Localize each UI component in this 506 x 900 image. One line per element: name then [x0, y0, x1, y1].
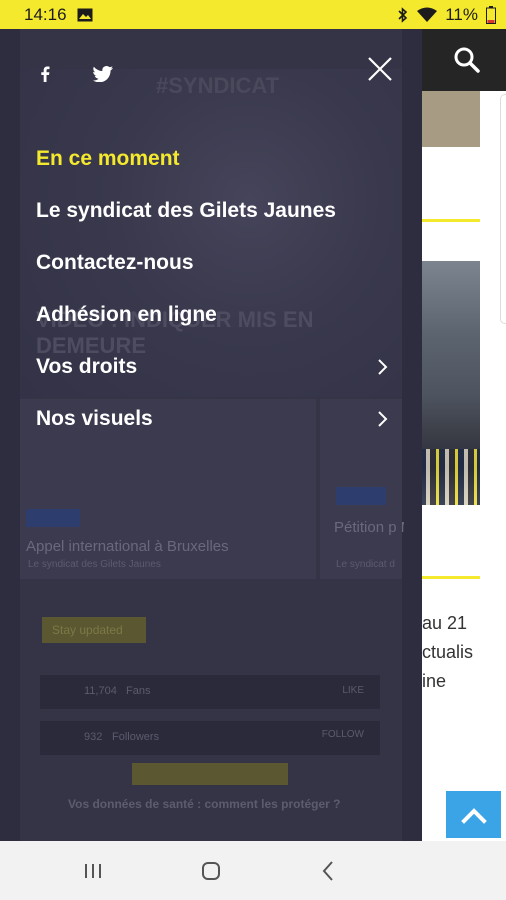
chevron-right-icon[interactable]: [372, 409, 392, 429]
backdrop-card-sub: Le syndicat des Gilets Jaunes: [28, 559, 161, 570]
menu-item-label: Contactez-nous: [36, 251, 194, 274]
snippet-line: ctualis: [422, 642, 474, 662]
bluetooth-icon: [397, 6, 409, 23]
close-icon[interactable]: [364, 53, 396, 85]
wifi-icon: [417, 7, 438, 23]
backdrop-stay-updated: Stay updated: [42, 617, 146, 643]
menu-item-label: En ce moment: [36, 147, 180, 170]
yellow-divider: [422, 576, 480, 579]
menu-item-label: Vos droits: [36, 355, 138, 378]
chevron-up-icon: [460, 807, 487, 824]
back-icon[interactable]: [316, 858, 342, 884]
snippet-line: au 21: [422, 613, 468, 633]
chevron-right-icon[interactable]: [372, 357, 392, 377]
menu-item-adhesion[interactable]: Adhésion en ligne: [36, 289, 396, 341]
scroll-to-top-button[interactable]: [446, 791, 501, 838]
side-card: [500, 94, 506, 324]
backdrop-tag-label: Stay updated: [52, 623, 123, 637]
status-bar: 14:16 11%: [0, 0, 506, 29]
backdrop-tw-action: FOLLOW: [321, 729, 364, 740]
menu-item-vos-droits[interactable]: Vos droits: [36, 341, 396, 393]
backdrop-tw-count: 932: [84, 731, 103, 743]
menu-item-label: Le syndicat des Gilets Jaunes: [36, 199, 336, 222]
backdrop-fb-count: 11,704: [84, 685, 117, 697]
backdrop-tw-label: Followers: [112, 731, 160, 743]
twitter-icon[interactable]: [90, 61, 116, 87]
backdrop-twitter-row: 932 Followers FOLLOW: [40, 721, 380, 755]
backdrop-card-tag: [336, 487, 386, 505]
menu-item-label: Adhésion en ligne: [36, 303, 217, 326]
backdrop-facebook-row: 11,704 Fans LIKE: [40, 675, 380, 709]
status-time: 14:16: [24, 4, 67, 24]
backdrop-card-tag: [26, 509, 80, 527]
menu-item-en-ce-moment[interactable]: En ce moment: [36, 133, 396, 185]
home-icon[interactable]: [198, 858, 224, 884]
backdrop-logo: #SYNDICAT: [156, 73, 280, 98]
backdrop-fb-action: LIKE: [342, 685, 364, 696]
search-icon[interactable]: [452, 45, 482, 75]
backdrop-footer-text: Vos données de santé : comment les proté…: [68, 797, 341, 811]
menu-item-contact[interactable]: Contactez-nous: [36, 237, 396, 289]
system-navigation-bar: [0, 841, 506, 900]
image-notification-icon: [77, 8, 93, 22]
article-thumbnail[interactable]: [422, 91, 480, 147]
navigation-drawer: #SYNDICAT VIDÉO : INDIQUER MIS EN DEMEUR…: [0, 29, 422, 841]
menu-item-nos-visuels[interactable]: Nos visuels: [36, 393, 396, 445]
battery-icon: [486, 5, 496, 24]
backdrop-card-sub: Le syndicat d: [336, 559, 395, 570]
snippet-line: ine: [422, 671, 447, 691]
article-photo-detail: [420, 449, 480, 505]
article-snippet: au 21 ctualis ine: [422, 609, 473, 696]
backdrop-button: [132, 763, 288, 785]
battery-percent: 11%: [445, 4, 478, 24]
backdrop-card-title: Appel international à Bruxelles: [26, 538, 229, 555]
yellow-divider: [422, 219, 480, 222]
recent-apps-icon[interactable]: [80, 858, 106, 884]
menu-item-syndicat[interactable]: Le syndicat des Gilets Jaunes: [36, 185, 396, 237]
facebook-icon[interactable]: [32, 61, 58, 87]
backdrop-card-title: Pétition p Macron: [334, 519, 404, 536]
backdrop-fb-label: Fans: [126, 685, 151, 697]
drawer-menu: En ce moment Le syndicat des Gilets Jaun…: [36, 133, 396, 445]
menu-item-label: Nos visuels: [36, 407, 153, 430]
